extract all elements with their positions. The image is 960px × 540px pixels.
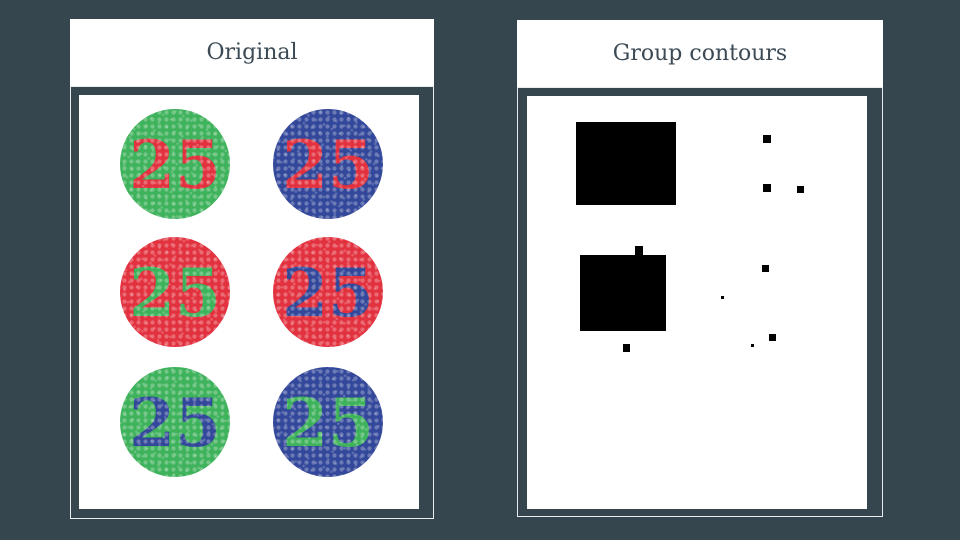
original-panel-header: Original xyxy=(70,19,434,86)
contours-image-canvas xyxy=(527,96,867,509)
contours-panel-header: Group contours xyxy=(517,20,883,87)
contour-dot xyxy=(635,246,643,255)
plate-dot-texture xyxy=(273,367,383,477)
plate-dot-texture xyxy=(120,367,230,477)
contour-dot xyxy=(762,265,769,272)
plate-dot-texture xyxy=(273,109,383,219)
color-plate: 25 xyxy=(120,109,230,219)
plate-dot-texture xyxy=(273,237,383,347)
color-plate: 25 xyxy=(273,367,383,477)
original-image-canvas: 25 25 25 25 25 25 xyxy=(79,95,419,509)
plate-dot-texture xyxy=(120,237,230,347)
color-plate: 25 xyxy=(273,109,383,219)
contour-dot xyxy=(763,184,771,192)
contour-block xyxy=(580,255,666,331)
contour-block xyxy=(576,122,676,205)
plate-dot-texture xyxy=(120,109,230,219)
contour-dot xyxy=(797,186,804,193)
contour-dot xyxy=(769,334,776,341)
color-plate: 25 xyxy=(120,367,230,477)
group-contours-image xyxy=(576,122,804,352)
original-panel-title: Original xyxy=(206,40,298,65)
color-plates-image: 25 25 25 25 25 25 xyxy=(120,109,383,477)
contour-dot xyxy=(751,344,754,347)
color-plate: 25 xyxy=(273,237,383,347)
contour-dot xyxy=(721,296,724,299)
contour-dot xyxy=(623,344,630,352)
contour-dot xyxy=(763,135,771,143)
contours-panel-title: Group contours xyxy=(612,41,788,66)
color-plate: 25 xyxy=(120,237,230,347)
